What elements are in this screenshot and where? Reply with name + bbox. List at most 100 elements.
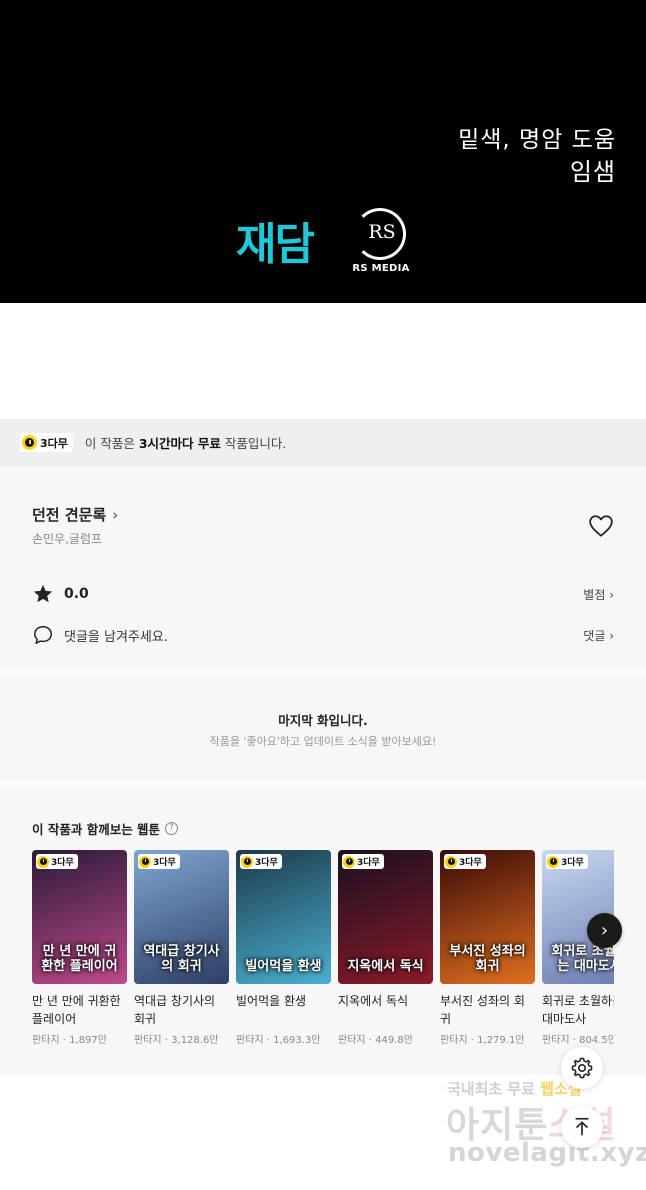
recommend-list: 3다무 만 년 만에 귀환한 플레이어 만 년 만에 귀환한 플레이어 판타지 · 1… — [32, 850, 614, 1060]
cover-title: 만 년 만에 귀환한 플레이어 — [41, 944, 118, 974]
free-badge: 3다무 — [342, 854, 384, 869]
rating-link[interactable]: 별점 › — [583, 586, 614, 603]
free-badge-label: 3다무 — [51, 858, 74, 868]
card-views: 3,128.6만 — [171, 1035, 219, 1046]
clock-icon — [139, 855, 151, 868]
card-title: 부서진 성좌의 회귀 — [440, 994, 525, 1026]
free-badge-label: 3다무 — [357, 858, 380, 868]
card-views: 1,279.1만 — [477, 1035, 525, 1046]
cover-title: 부서진 성좌의 회귀 — [449, 944, 526, 974]
card-title: 빌어먹을 환생 — [236, 994, 307, 1008]
carousel-next-button[interactable]: › — [587, 913, 622, 948]
card-views: 1,693.3만 — [273, 1035, 321, 1046]
recommend-title-text: 이 작품과 함께보는 웹툰 — [32, 822, 161, 837]
recommend-section: 이 작품과 함께보는 웹툰 ? 3다무 만 년 만에 귀환한 플레이어 만 년 만에… — [0, 785, 646, 1075]
viewer-page: 밑색, 명암 도움 임샘 재담 RS RS MEDIA 3다무 이 작품은 3시… — [0, 0, 646, 1190]
comment-link-label: 댓글 — [583, 628, 606, 643]
card-title: 회귀로 초월하는 대마도사 — [542, 994, 614, 1026]
cover-image: 3다무만 년 만에 귀환한 플레이어 — [32, 850, 127, 984]
free-badge-label: 3다무 — [255, 858, 278, 868]
card-genre: 판타지 — [134, 1035, 162, 1046]
free-badge: 3다무 — [444, 854, 486, 869]
clock-icon — [547, 855, 559, 868]
comment-link[interactable]: 댓글 › — [583, 627, 614, 644]
rating-row: 0.0 별점 › — [32, 582, 614, 606]
cover-image: 3다무역대급 창기사의 회귀 — [134, 850, 229, 984]
card-genre: 판타지 — [338, 1035, 366, 1046]
recommend-title: 이 작품과 함께보는 웹툰 ? — [32, 819, 179, 838]
credit-line-1: 밑색, 명암 도움 — [458, 127, 616, 153]
card-meta: 판타지 · 449.8만 — [338, 1035, 413, 1046]
rating-value: 0.0 — [64, 586, 89, 602]
card-meta: 판타지 · 3,128.6만 — [134, 1035, 219, 1046]
recommend-card[interactable]: 3다무 지옥에서 독식 지옥에서 독식 판타지 · 449.8만 — [338, 850, 433, 1046]
free-badge-label: 3다무 — [40, 436, 68, 450]
help-icon[interactable]: ? — [165, 822, 179, 835]
rating-link-label: 별점 — [583, 587, 606, 602]
last-episode-title: 마지막 화입니다. — [278, 713, 368, 728]
card-views: 449.8만 — [375, 1035, 413, 1046]
rs-media-text: RS MEDIA — [352, 263, 410, 274]
card-genre: 판타지 — [440, 1035, 468, 1046]
clock-icon — [445, 855, 457, 868]
free-badge: 3다무 — [20, 433, 73, 452]
recommend-card[interactable]: 3다무 부서진 성좌의 회귀 부서진 성좌의 회귀 판타지 · 1,279.1만 — [440, 850, 535, 1046]
recommend-card[interactable]: 3다무 역대급 창기사의 회귀 역대급 창기사의 회귀 판타지 · 3,128.6만 — [134, 850, 229, 1046]
watermark-line-3: novelagit.xyz — [448, 1138, 646, 1168]
card-genre: 판타지 — [32, 1035, 60, 1046]
card-meta: 판타지 · 1,897만 — [32, 1035, 107, 1046]
clock-icon — [343, 855, 355, 868]
free-badge: 3다무 — [138, 854, 180, 869]
card-title: 지옥에서 독식 — [338, 994, 409, 1008]
comment-bubble-icon — [34, 626, 52, 644]
arrow-up-icon — [575, 1117, 589, 1136]
card-genre: 판타지 — [542, 1035, 570, 1046]
cover-title: 역대급 창기사의 회귀 — [143, 944, 220, 974]
cover-image: 3다무지옥에서 독식 — [338, 850, 433, 984]
chevron-right-icon: › — [600, 920, 609, 941]
clock-icon — [241, 855, 253, 868]
cover-image: 3다무부서진 성좌의 회귀 — [440, 850, 535, 984]
credit-line-2: 임샘 — [569, 158, 616, 186]
free-text-prefix: 이 작품은 — [84, 436, 139, 451]
settings-button[interactable] — [561, 1047, 603, 1089]
free-badge-label: 3다무 — [459, 858, 482, 868]
work-title-link[interactable]: 던전 견문록 › — [32, 504, 118, 525]
free-badge: 3다무 — [36, 854, 78, 869]
card-meta: 판타지 · 804.5만 — [542, 1031, 614, 1046]
recommend-card[interactable]: 3다무회귀로 초월하는 대마도사회귀로 초월하는 대마도사판타지 · 804.5… — [542, 850, 614, 1046]
work-info: 던전 견문록 › 손민우,글럼프 0.0 별점 › 댓글을 남겨주세요. 댓글 … — [0, 466, 646, 671]
card-meta: 판타지 · 1,693.3만 — [236, 1035, 321, 1046]
cover-image: 3다무빌어먹을 환생 — [236, 850, 331, 984]
recommend-card[interactable]: 3다무 빌어먹을 환생 빌어먹을 환생 판타지 · 1,693.3만 — [236, 850, 331, 1046]
scroll-top-button[interactable] — [561, 1106, 603, 1148]
free-text-suffix: 작품입니다. — [220, 436, 287, 451]
jaedam-logo: 재담 — [236, 219, 315, 270]
rs-logo-text: RS — [368, 221, 396, 243]
cover-title: 빌어먹을 환생 — [245, 959, 322, 974]
rs-media-logo: RS RS MEDIA — [352, 208, 409, 278]
free-info-bar: 3다무 이 작품은 3시간마다 무료 작품입니다. — [0, 419, 646, 466]
card-views: 1,897만 — [69, 1035, 107, 1046]
gear-icon — [571, 1057, 593, 1079]
chevron-right-icon: › — [112, 505, 119, 524]
clock-icon — [22, 435, 37, 450]
card-meta: 판타지 · 1,279.1만 — [440, 1035, 525, 1046]
card-views: 804.5만 — [579, 1035, 614, 1046]
free-badge-label: 3다무 — [561, 858, 584, 868]
free-text-bold: 3시간마다 무료 — [138, 436, 221, 451]
heart-icon[interactable] — [588, 514, 614, 538]
recommend-card[interactable]: 3다무 만 년 만에 귀환한 플레이어 만 년 만에 귀환한 플레이어 판타지 · 1… — [32, 850, 127, 1046]
credit-banner: 밑색, 명암 도움 임샘 재담 RS RS MEDIA — [0, 0, 646, 303]
comment-prompt[interactable]: 댓글을 남겨주세요. — [64, 626, 168, 645]
card-title: 만 년 만에 귀환한 플레이어 — [32, 994, 121, 1026]
last-episode-subtitle: 작품을 '좋아요'하고 업데이트 소식을 받아보세요! — [209, 735, 437, 748]
star-icon — [33, 584, 53, 603]
work-authors: 손민우,글럼프 — [32, 532, 103, 546]
cover-title: 지옥에서 독식 — [347, 959, 424, 974]
comment-row: 댓글을 남겨주세요. 댓글 › — [32, 623, 614, 647]
card-title: 역대급 창기사의 회귀 — [134, 994, 216, 1026]
work-title: 던전 견문록 — [32, 506, 107, 524]
last-episode-notice: 마지막 화입니다. 작품을 '좋아요'하고 업데이트 소식을 받아보세요! — [0, 673, 646, 781]
free-badge: 3다무 — [546, 854, 588, 869]
